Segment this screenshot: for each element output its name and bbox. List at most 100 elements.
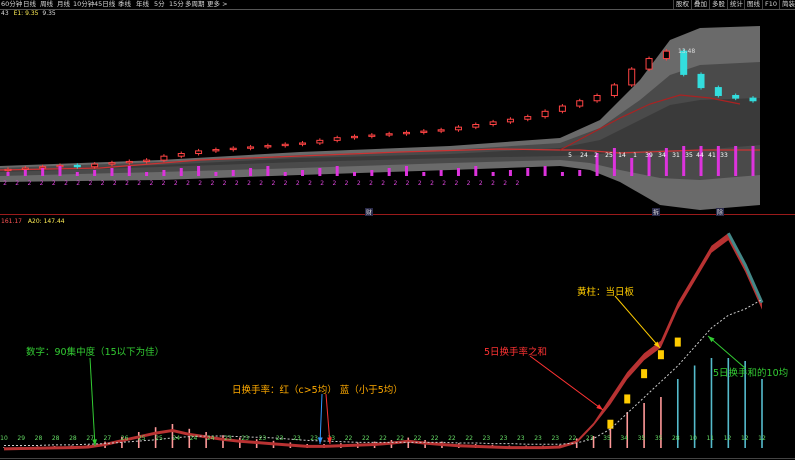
concentration-bottom-label: 22 — [379, 435, 387, 442]
turnover-bar-upper — [283, 172, 287, 176]
concentration-upper-label: 2 — [223, 180, 227, 187]
concentration-upper-label: 2 — [369, 180, 373, 187]
turnover-bar-upper — [93, 170, 97, 176]
concentration-bottom-label: 28 — [69, 435, 77, 442]
candle-body — [610, 84, 618, 96]
turnover-bar-upper — [716, 146, 720, 176]
concentration-bottom-label: 26 — [121, 435, 129, 442]
concentration-bottom-label: 28 — [52, 435, 60, 442]
concentration-upper-label: 2 — [149, 180, 153, 187]
concentration-bottom-label: 12 — [741, 435, 749, 442]
concentration-upper-label: 2 — [101, 180, 105, 187]
candle-body — [281, 143, 289, 147]
concentration-upper-label: 2 — [64, 180, 68, 187]
turnover-bar-upper — [162, 170, 166, 176]
concentration-lower-label: 35 — [685, 152, 693, 159]
concentration-bottom-label: 22 — [465, 435, 473, 442]
annotation-turnover: 日换手率：红（c>5均） 蓝（小于5均） — [232, 385, 403, 396]
arrow-turnover-blue — [319, 393, 323, 445]
sum5-band — [4, 233, 762, 451]
concentration-bottom-label: 29 — [17, 435, 25, 442]
candle-body — [402, 131, 410, 135]
concentration-bottom-label: 23 — [293, 435, 301, 442]
candle-body — [732, 94, 740, 99]
candle-body — [749, 97, 757, 102]
concentration-bottom-label: 23 — [586, 435, 594, 442]
turnover-bar-upper — [145, 172, 149, 176]
candle-body — [558, 105, 566, 112]
candle-body — [39, 166, 47, 169]
turnover-bar-upper — [682, 146, 686, 176]
turnover-bar-upper — [612, 148, 616, 176]
candle-body — [4, 168, 12, 172]
concentration-upper-label: 2 — [332, 180, 336, 187]
concentration-bottom-label: 24 — [207, 435, 215, 442]
concentration-upper-label: 2 — [393, 180, 397, 187]
concentration-upper-label: 2 — [479, 180, 483, 187]
arrow-sum5-head — [596, 404, 603, 410]
turnover-bar-upper — [197, 166, 201, 176]
concentration-upper-label: 2 — [357, 180, 361, 187]
concentration-bottom-label: 12 — [724, 435, 732, 442]
candle-body — [91, 163, 99, 168]
concentration-bottom-label: 22 — [431, 435, 439, 442]
concentration-upper-label: 2 — [113, 180, 117, 187]
concentration-bottom-label: 28 — [672, 435, 680, 442]
concentration-bottom-label: 12 — [758, 435, 766, 442]
candle-body — [108, 162, 116, 165]
concentration-bottom-label: 10 — [689, 435, 697, 442]
arrow-turnover-blue-head — [317, 437, 323, 444]
limit-up-marker — [641, 369, 648, 379]
turnover-bar — [626, 412, 629, 448]
concentration-lower-label: 39 — [645, 152, 653, 159]
concentration-bottom-label: 11 — [706, 435, 714, 442]
turnover-bar-upper — [249, 168, 253, 176]
candle-body — [247, 146, 255, 149]
event-marker: 拆 — [653, 209, 659, 217]
concentration-upper-label: 2 — [442, 180, 446, 187]
turnover-bar-upper — [630, 158, 634, 176]
concentration-bottom-label: 28 — [35, 435, 43, 442]
concentration-lower-label: 44 — [696, 152, 704, 159]
concentration-lower-label: 25 — [605, 152, 613, 159]
candle-body — [489, 121, 497, 126]
concentration-upper-label: 2 — [40, 180, 44, 187]
candle-body — [21, 167, 29, 170]
arrow-ma10 — [707, 335, 746, 369]
annotation-sum5: 5日换手率之和 — [484, 347, 548, 358]
concentration-bottom-label: 10 — [0, 435, 8, 442]
turnover-bar-upper — [266, 166, 270, 176]
turnover-bar-upper — [699, 146, 703, 176]
turnover-bar-upper — [318, 168, 322, 176]
turnover-bar-upper — [404, 166, 408, 176]
concentration-upper-label: 2 — [198, 180, 202, 187]
turnover-bar-upper — [41, 168, 45, 176]
concentration-upper-label: 2 — [430, 180, 434, 187]
candle-body — [195, 150, 203, 155]
candle-body — [264, 145, 272, 148]
concentration-lower-label: 5 — [568, 152, 572, 159]
concentration-upper-label: 2 — [76, 180, 80, 187]
concentration-bottom-label: 23 — [310, 435, 318, 442]
concentration-bottom-label: 23 — [534, 435, 542, 442]
concentration-upper-label: 2 — [503, 180, 507, 187]
concentration-upper-label: 2 — [174, 180, 178, 187]
concentration-upper-label: 2 — [320, 180, 324, 187]
turnover-bar-upper — [110, 168, 114, 176]
concentration-upper-label: 2 — [52, 180, 56, 187]
concentration-upper-label: 2 — [406, 180, 410, 187]
arrow-concentration — [89, 357, 96, 447]
concentration-lower-label: 1 — [633, 152, 637, 159]
turnover-bar-upper — [734, 146, 738, 176]
concentration-upper-label: 2 — [259, 180, 263, 187]
candle-body — [420, 130, 428, 133]
candle-body — [160, 155, 168, 161]
arrow-sum5 — [529, 355, 604, 411]
candle-body — [628, 68, 636, 86]
turnover-bar-upper — [474, 166, 478, 176]
concentration-bottom-label: 35 — [655, 435, 663, 442]
candle-body — [506, 118, 514, 123]
candle-body — [229, 147, 237, 151]
turnover-bar-upper — [526, 168, 530, 176]
candle-body — [125, 160, 133, 164]
